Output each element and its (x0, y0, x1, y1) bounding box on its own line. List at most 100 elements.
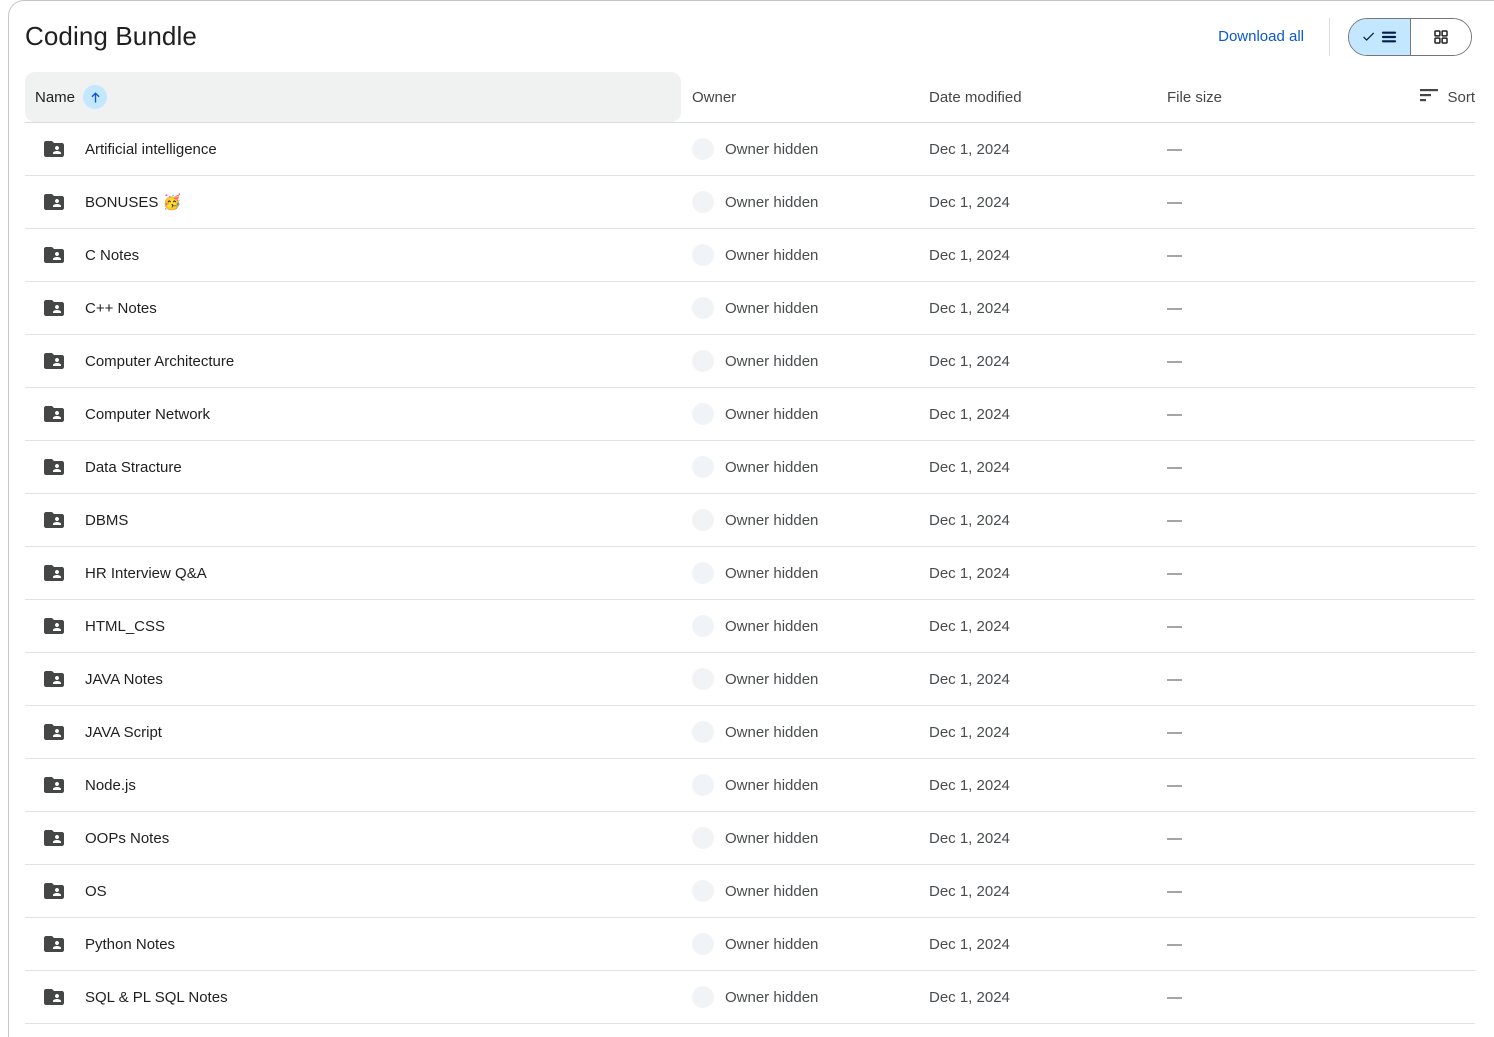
owner-hidden-label: Owner hidden (725, 883, 818, 900)
folder-name: SQL & PL SQL Notes (85, 989, 228, 1006)
row-owner-cell: Owner hidden (692, 297, 929, 319)
table-row[interactable]: Python Notes Owner hidden Dec 1, 2024 — (25, 918, 1475, 971)
owner-hidden-label: Owner hidden (725, 830, 818, 847)
row-file-size: — (1167, 141, 1395, 158)
row-owner-cell: Owner hidden (692, 668, 929, 690)
list-view-button[interactable] (1349, 19, 1411, 55)
list-icon (1381, 29, 1397, 45)
file-list: Artificial intelligence Owner hidden Dec… (25, 123, 1475, 1024)
row-name-cell: Computer Network (25, 402, 692, 426)
owner-hidden-label: Owner hidden (725, 565, 818, 582)
table-row[interactable]: SQL & PL SQL Notes Owner hidden Dec 1, 2… (25, 971, 1475, 1024)
download-all-link[interactable]: Download all (1218, 28, 1304, 45)
row-name-cell: BONUSES 🥳 (25, 190, 692, 214)
row-owner-cell: Owner hidden (692, 244, 929, 266)
table-row[interactable]: OS Owner hidden Dec 1, 2024 — (25, 865, 1475, 918)
row-file-size: — (1167, 194, 1395, 211)
owner-hidden-label: Owner hidden (725, 406, 818, 423)
row-owner-cell: Owner hidden (692, 509, 929, 531)
folder-name: JAVA Notes (85, 671, 163, 688)
row-owner-cell: Owner hidden (692, 986, 929, 1008)
row-name-cell: JAVA Script (25, 720, 692, 744)
row-owner-cell: Owner hidden (692, 933, 929, 955)
view-toggle (1348, 18, 1472, 56)
row-name-cell: Node.js (25, 773, 692, 797)
table-row[interactable]: HR Interview Q&A Owner hidden Dec 1, 202… (25, 547, 1475, 600)
row-file-size: — (1167, 353, 1395, 370)
table-row[interactable]: C Notes Owner hidden Dec 1, 2024 — (25, 229, 1475, 282)
folder-name: OOPs Notes (85, 830, 169, 847)
owner-hidden-label: Owner hidden (725, 936, 818, 953)
row-file-size: — (1167, 565, 1395, 582)
table-row[interactable]: JAVA Notes Owner hidden Dec 1, 2024 — (25, 653, 1475, 706)
row-date-modified: Dec 1, 2024 (929, 671, 1167, 688)
owner-avatar (692, 721, 714, 743)
row-date-modified: Dec 1, 2024 (929, 724, 1167, 741)
owner-hidden-label: Owner hidden (725, 618, 818, 635)
owner-avatar (692, 615, 714, 637)
name-column-header[interactable]: Name (25, 72, 692, 122)
folder-name: Artificial intelligence (85, 141, 217, 158)
table-row[interactable]: Computer Architecture Owner hidden Dec 1… (25, 335, 1475, 388)
table-row[interactable]: Artificial intelligence Owner hidden Dec… (25, 123, 1475, 176)
row-owner-cell: Owner hidden (692, 721, 929, 743)
shared-folder-icon (42, 667, 66, 691)
row-date-modified: Dec 1, 2024 (929, 353, 1167, 370)
table-row[interactable]: BONUSES 🥳 Owner hidden Dec 1, 2024 — (25, 176, 1475, 229)
name-column-label: Name (35, 89, 75, 106)
owner-hidden-label: Owner hidden (725, 777, 818, 794)
row-owner-cell: Owner hidden (692, 562, 929, 584)
owner-hidden-label: Owner hidden (725, 353, 818, 370)
table-row[interactable]: HTML_CSS Owner hidden Dec 1, 2024 — (25, 600, 1475, 653)
shared-folder-icon (42, 985, 66, 1009)
row-name-cell: OS (25, 879, 692, 903)
topbar: Coding Bundle Download all (9, 1, 1494, 72)
folder-name: Node.js (85, 777, 136, 794)
sort-ascending-icon (83, 85, 107, 109)
row-file-size: — (1167, 724, 1395, 741)
owner-avatar (692, 138, 714, 160)
shared-folder-icon (42, 720, 66, 744)
row-name-cell: HTML_CSS (25, 614, 692, 638)
file-size-column-header[interactable]: File size (1167, 89, 1395, 106)
table-row[interactable]: Data Stracture Owner hidden Dec 1, 2024 … (25, 441, 1475, 494)
row-file-size: — (1167, 883, 1395, 900)
folder-name: OS (85, 883, 107, 900)
owner-column-header[interactable]: Owner (692, 89, 929, 106)
row-date-modified: Dec 1, 2024 (929, 512, 1167, 529)
date-modified-column-header[interactable]: Date modified (929, 89, 1167, 106)
table-row[interactable]: JAVA Script Owner hidden Dec 1, 2024 — (25, 706, 1475, 759)
shared-folder-icon (42, 190, 66, 214)
owner-hidden-label: Owner hidden (725, 194, 818, 211)
table-row[interactable]: OOPs Notes Owner hidden Dec 1, 2024 — (25, 812, 1475, 865)
row-date-modified: Dec 1, 2024 (929, 300, 1167, 317)
shared-folder-icon (42, 402, 66, 426)
grid-view-button[interactable] (1411, 19, 1472, 55)
owner-avatar (692, 668, 714, 690)
row-file-size: — (1167, 936, 1395, 953)
table-row[interactable]: Computer Network Owner hidden Dec 1, 202… (25, 388, 1475, 441)
owner-avatar (692, 509, 714, 531)
shared-folder-icon (42, 879, 66, 903)
row-name-cell: SQL & PL SQL Notes (25, 985, 692, 1009)
sort-button[interactable]: Sort (1395, 89, 1475, 106)
toolbar-divider (1329, 18, 1330, 56)
row-name-cell: HR Interview Q&A (25, 561, 692, 585)
sort-lines-icon (1420, 89, 1438, 106)
row-file-size: — (1167, 777, 1395, 794)
shared-folder-icon (42, 614, 66, 638)
folder-name: DBMS (85, 512, 128, 529)
owner-hidden-label: Owner hidden (725, 141, 818, 158)
shared-folder-icon (42, 508, 66, 532)
shared-folder-page: Coding Bundle Download all (8, 0, 1494, 1037)
table-row[interactable]: C++ Notes Owner hidden Dec 1, 2024 — (25, 282, 1475, 335)
table-row[interactable]: Node.js Owner hidden Dec 1, 2024 — (25, 759, 1475, 812)
file-table: Name Owner Date modified File size So (25, 72, 1475, 1024)
row-name-cell: JAVA Notes (25, 667, 692, 691)
owner-avatar (692, 297, 714, 319)
shared-folder-icon (42, 773, 66, 797)
shared-folder-icon (42, 137, 66, 161)
table-row[interactable]: DBMS Owner hidden Dec 1, 2024 — (25, 494, 1475, 547)
row-file-size: — (1167, 989, 1395, 1006)
row-file-size: — (1167, 247, 1395, 264)
